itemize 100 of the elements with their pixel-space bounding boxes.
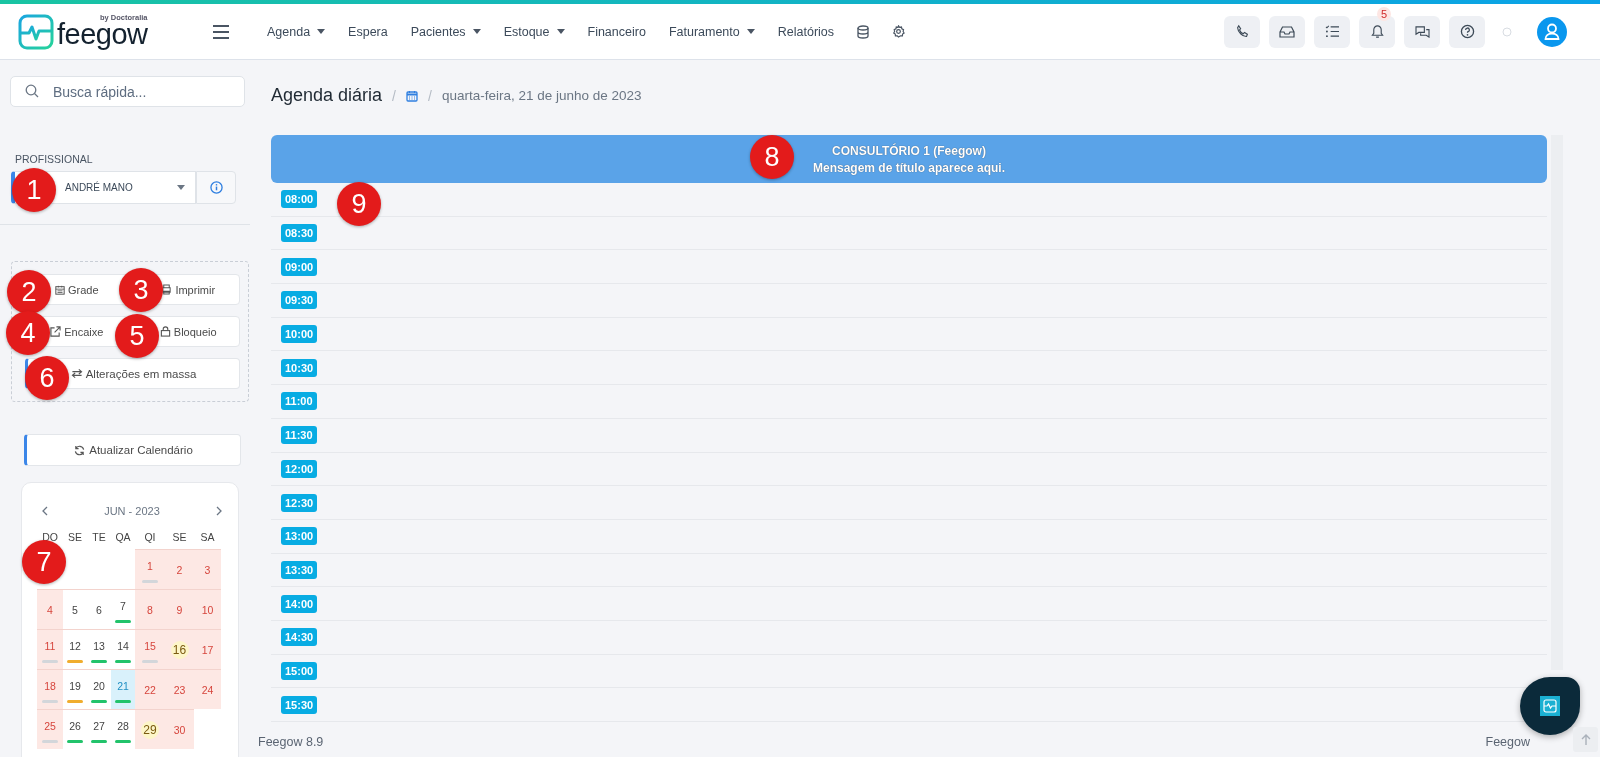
nav-link[interactable]: Estoque [503, 24, 565, 39]
weekday-label: SE [171, 531, 188, 545]
weekday-label: SA [199, 531, 216, 545]
search-icon [25, 84, 39, 98]
weekday-label: QA [114, 531, 132, 545]
calendar-day[interactable]: 13 [87, 629, 111, 669]
caret-icon [556, 29, 565, 34]
calendar-day[interactable]: 1 [135, 549, 165, 589]
time-slot[interactable]: 13:00 [281, 527, 318, 546]
lock-icon [159, 326, 171, 337]
time-slot[interactable]: 11:30 [281, 426, 317, 445]
breadcrumb-separator: / [428, 87, 432, 104]
calendar-day[interactable]: 22 [135, 669, 165, 709]
logo-icon [1540, 696, 1560, 716]
calendar-day[interactable]: 19 [63, 669, 87, 709]
time-slot[interactable]: 08:30 [281, 224, 318, 243]
calendar-day[interactable]: 5 [63, 589, 87, 629]
logo-icon [18, 13, 54, 50]
checklist-icon [1324, 25, 1340, 38]
calendar-day[interactable]: 3 [194, 549, 221, 589]
menu-icon[interactable] [213, 24, 229, 39]
previous-month-icon[interactable] [42, 506, 48, 516]
weekday-label: SE [67, 531, 83, 545]
time-slot[interactable]: 12:30 [281, 493, 318, 512]
printer-icon [161, 284, 173, 295]
tasks-button[interactable] [1314, 15, 1350, 48]
weekday-label: TE [91, 531, 107, 545]
calendar-day[interactable]: 18 [37, 669, 63, 709]
step-callout-tooltip: 3 [119, 268, 163, 312]
room-title: CONSULTÓRIO 1 (Feegow) [832, 143, 986, 158]
breadcrumb-date: quarta-feira, 21 de junho de 2023 [441, 88, 642, 103]
calendar-day[interactable]: 9 [165, 589, 194, 629]
page-title: Agenda diária [271, 85, 383, 106]
calendar-day[interactable]: 2 [165, 549, 194, 589]
calendar-day[interactable]: 21 [111, 669, 135, 709]
calendar-day[interactable]: 12 [63, 629, 87, 669]
calendar-day[interactable]: 16 [165, 629, 194, 669]
step-callout-tooltip: 4 [6, 311, 50, 355]
database-icon[interactable] [857, 24, 870, 39]
calendar-day[interactable]: 29 [135, 709, 165, 749]
phone-button[interactable] [1224, 15, 1260, 48]
time-slot[interactable]: 15:00 [281, 661, 318, 680]
phone-icon [1234, 24, 1250, 39]
time-slot[interactable]: 14:30 [281, 628, 318, 647]
calendar-day[interactable]: 30 [165, 709, 194, 749]
caret-icon [317, 29, 326, 34]
search-field[interactable]: Busca rápida... [10, 76, 245, 107]
nav-link[interactable]: Financeiro [587, 24, 646, 39]
help-button[interactable] [1449, 15, 1485, 48]
calendar-icon [54, 284, 65, 295]
calendar-icon[interactable] [406, 89, 418, 102]
calendar-day[interactable]: 26 [63, 709, 87, 749]
section-label: PROFISSIONAL [15, 153, 94, 165]
time-slot[interactable]: 09:00 [281, 257, 318, 276]
weekday-label: QI [143, 531, 157, 545]
info-button[interactable] [196, 171, 236, 204]
time-slot[interactable]: 10:30 [281, 358, 318, 377]
time-slot[interactable]: 13:30 [281, 560, 318, 579]
chat-button[interactable] [1404, 15, 1440, 48]
step-callout-tooltip: 9 [337, 182, 381, 226]
time-slot[interactable]: 14:00 [281, 594, 318, 613]
nav-link[interactable]: Faturamento [668, 24, 755, 39]
room-message: Mensagem de título aparece aqui. [812, 160, 1006, 175]
time-slot[interactable]: 08:00 [281, 190, 318, 209]
refresh-calendar-button[interactable]: Atualizar Calendário [24, 434, 241, 466]
time-slot[interactable]: 10:00 [281, 325, 318, 344]
arrow-up-icon [1580, 733, 1591, 746]
calendar-day[interactable]: 24 [194, 669, 221, 709]
caret-icon [472, 29, 481, 34]
calendar-day[interactable]: 8 [135, 589, 165, 629]
calendar-day[interactable]: 4 [37, 589, 63, 629]
notification-badge: 5 [1377, 6, 1391, 21]
calendar-day[interactable]: 6 [87, 589, 111, 629]
nav-link[interactable]: Pacientes [410, 24, 481, 39]
user-avatar-icon[interactable] [1537, 16, 1567, 47]
calendar-day[interactable]: 15 [135, 629, 165, 669]
external-link-icon [50, 326, 62, 337]
next-month-icon[interactable] [216, 506, 222, 516]
breadcrumb-separator: / [392, 87, 396, 104]
time-slot[interactable]: 12:00 [281, 459, 318, 478]
settings-icon[interactable] [892, 25, 906, 38]
calendar-day[interactable]: 25 [37, 709, 63, 749]
version-text: Feegow 8.9 [258, 735, 324, 749]
time-slot[interactable]: 15:30 [281, 695, 318, 714]
nav-link[interactable]: Relatórios [777, 24, 835, 39]
nav-link[interactable]: Espera [348, 24, 388, 39]
time-slot[interactable]: 09:30 [281, 291, 318, 310]
inbox-button[interactable] [1269, 15, 1305, 48]
inbox-icon [1279, 24, 1295, 39]
chat-launcher-button[interactable] [1520, 677, 1580, 735]
calendar-day[interactable]: 17 [194, 629, 221, 669]
step-callout-tooltip: 2 [7, 270, 51, 314]
calendar-day[interactable]: 10 [194, 589, 221, 629]
time-slot[interactable]: 11:00 [281, 392, 317, 411]
calendar-day[interactable]: 27 [87, 709, 111, 749]
nav-link[interactable]: Agenda [267, 24, 326, 39]
help-icon [1459, 24, 1475, 39]
status-icon [1502, 26, 1512, 37]
calendar-day[interactable]: 23 [165, 669, 194, 709]
calendar-day[interactable]: 11 [37, 629, 63, 669]
